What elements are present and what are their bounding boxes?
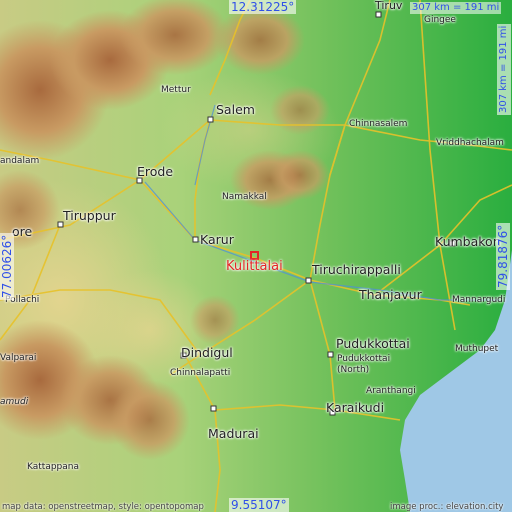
scale-label-top: 307 km = 191 mi [410,2,502,14]
place-label-mannargudi: Mannargudi [452,295,506,305]
place-label-andalam: andalam [0,156,40,166]
place-label-vriddhachalam: Vriddhachalam [436,138,504,148]
place-label-chinnalapatti: Chinnalapatti [170,368,231,378]
place-label-gingee: Gingee [424,15,456,25]
scale-label-right: 307 km = 191 mi [497,23,511,115]
place-label-thanjavur: Thanjavur [359,287,422,302]
place-label-aranthangi: Aranthangi [366,386,416,396]
place-label-tiruv: Tiruv [375,0,403,12]
place-label-kattappana: Kattappana [27,462,79,472]
place-label-tiruppur: Tiruppur [63,208,116,223]
place-label-mettur: Mettur [161,85,191,95]
left-coordinate: 77.00626° [0,232,14,300]
place-label-amudi: amudi [0,397,29,407]
top-coordinate: 12.31225° [229,0,297,14]
hill-range [215,5,305,75]
place-label-salem: Salem [216,102,255,117]
hill-range [270,85,330,135]
attribution-left: map data: openstreetmap, style: opentopo… [2,502,204,512]
place-label-valparai: Valparai [0,353,37,363]
place-label-namakkal: Namakkal [222,192,267,202]
hill-range [110,380,190,460]
place-label-erode: Erode [137,164,174,179]
place-label-tiruchirappalli: Tiruchirappalli [312,262,401,277]
place-label-dindigul: Dindigul [181,345,233,360]
place-label-madurai: Madurai [208,426,259,441]
elevation-map[interactable]: Tiruv Gingee Mettur Salem Chinnasalem Vr… [0,0,512,512]
selected-place-label[interactable]: Kulittalai [226,260,283,273]
hill-range [270,150,330,200]
place-label-ore: ore [12,224,33,239]
hill-range [190,295,240,345]
place-label-pudukkottai: Pudukkottai [336,336,410,351]
place-label-karur: Karur [200,232,234,247]
attribution-right: image proc.: elevation.city [390,502,504,512]
place-label-kumbakon: Kumbakon [435,234,501,249]
place-label-pudukkottai-north: Pudukkottai (North) [337,354,391,375]
bottom-coordinate: 9.55107° [229,498,289,512]
right-coordinate: 79.81876° [496,222,510,290]
place-label-chinnasalem: Chinnasalem [349,119,408,129]
place-label-muthupet: Muthupet [455,344,499,354]
place-label-karaikudi: Karaikudi [326,400,385,415]
